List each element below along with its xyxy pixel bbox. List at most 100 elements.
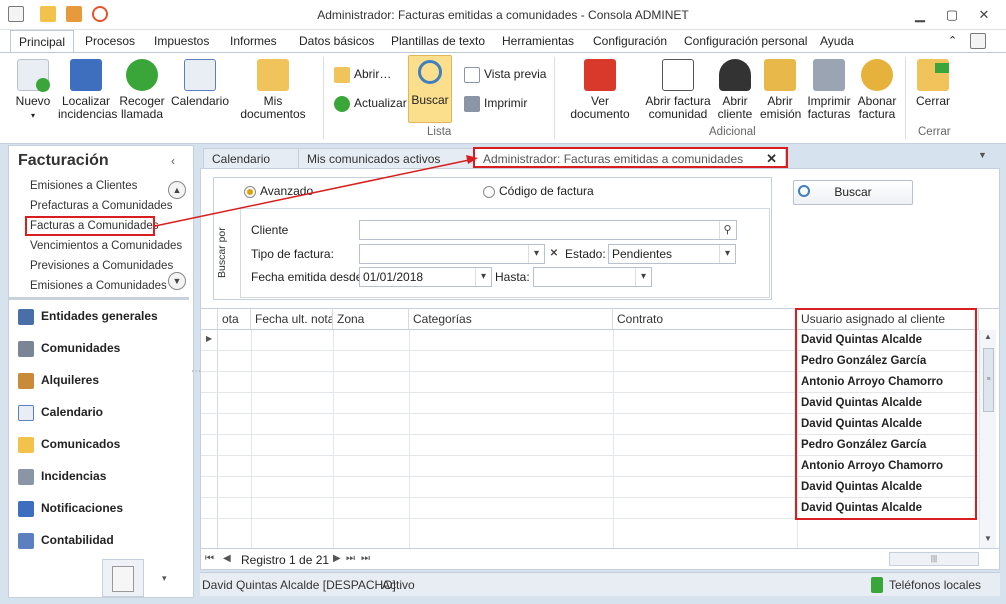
tab-principal[interactable]: Principal — [10, 30, 75, 53]
nav-incidencias[interactable]: Incidencias — [18, 469, 106, 485]
documentos-label: Mis documentos — [240, 94, 306, 121]
tab-impuestos[interactable]: Impuestos — [154, 34, 209, 48]
chevron-down-icon[interactable]: ▾ — [162, 573, 167, 584]
ver-documento-button[interactable]: Ver documento — [562, 59, 638, 121]
buscar-label: Buscar — [411, 93, 449, 107]
scroll-down-icon[interactable]: ▼ — [168, 272, 186, 290]
abonar-factura-button[interactable]: Abonar factura — [856, 59, 898, 121]
imprimir-facturas-button[interactable]: Imprimir facturas — [806, 59, 852, 121]
mail-icon — [18, 437, 34, 453]
nav-item-previsiones[interactable]: Previsiones a Comunidades — [30, 260, 173, 272]
first-page-icon[interactable]: ⏮ — [205, 553, 214, 564]
nav-contabilidad[interactable]: Contabilidad — [18, 533, 114, 549]
tab-plantillas[interactable]: Plantillas de texto — [391, 34, 485, 48]
clear-icon[interactable]: ✕ — [546, 245, 562, 263]
wrench-icon — [18, 469, 34, 485]
column-header-ota[interactable]: ota — [218, 309, 251, 330]
radio-icon — [483, 185, 495, 198]
tab-calendario[interactable]: Calendario — [203, 148, 299, 169]
abrir-button[interactable]: Abrir… — [334, 67, 391, 83]
recoger-llamada-button[interactable]: Recoger llamada — [119, 59, 165, 121]
mis-documentos-button[interactable]: Mis documentos — [232, 59, 314, 121]
chevron-down-icon[interactable]: ▾ — [635, 268, 651, 286]
chevron-down-icon[interactable]: ▾ — [475, 268, 491, 286]
tab-configuracion-personal[interactable]: Configuración personal — [684, 34, 807, 48]
status-phones[interactable]: Teléfonos locales — [889, 578, 981, 592]
highlight-active-tab — [473, 147, 788, 168]
panel-divider[interactable] — [9, 297, 189, 300]
search-button[interactable]: Buscar — [793, 180, 913, 205]
highlight-usuario-column — [795, 308, 977, 520]
nav-comunicados[interactable]: Comunicados — [18, 437, 120, 453]
nav-item-prefacturas[interactable]: Prefacturas a Comunidades — [30, 200, 173, 212]
tab-configuracion[interactable]: Configuración — [593, 34, 667, 48]
nav-alquileres[interactable]: Alquileres — [18, 373, 99, 389]
vista-previa-button[interactable]: Vista previa — [464, 67, 546, 83]
search-box: Buscar por Avanzado Código de factura Cl… — [213, 177, 772, 300]
scroll-up-icon[interactable]: ▲ — [984, 332, 992, 341]
abrir-emision-button[interactable]: Abrir emisión — [760, 59, 801, 121]
abrir-cliente-button[interactable]: Abrir cliente — [716, 59, 754, 121]
next-page-icon[interactable]: ▶ — [333, 553, 341, 564]
estado-select[interactable]: Pendientes — [608, 244, 736, 264]
preview-icon — [464, 67, 480, 83]
last-page-icon[interactable]: ⏭ — [361, 553, 370, 564]
abrir-label: Abrir… — [354, 67, 392, 82]
localizar-incidencias-button[interactable]: Localizar incidencias — [58, 59, 117, 121]
radio-avanzado[interactable]: Avanzado — [244, 184, 313, 198]
horizontal-scrollbar[interactable]: ||| — [889, 552, 979, 566]
radio-codigo-factura[interactable]: Código de factura — [483, 184, 594, 198]
scroll-down-icon[interactable]: ▼ — [984, 534, 992, 543]
close-icon[interactable]: ✕ — [974, 6, 994, 24]
nav-entidades-generales[interactable]: Entidades generales — [18, 309, 158, 325]
tab-datos-basicos[interactable]: Datos básicos — [299, 34, 374, 48]
collapse-ribbon-icon[interactable]: ⌃ — [948, 34, 957, 47]
search-group-label: Buscar por — [216, 227, 228, 278]
imprimir-button[interactable]: Imprimir — [464, 96, 527, 112]
minimize-icon[interactable]: ▁ — [910, 6, 930, 24]
tab-herramientas[interactable]: Herramientas — [502, 34, 574, 48]
cliente-field[interactable] — [359, 220, 737, 240]
tabs-menu-icon[interactable]: ▼ — [978, 150, 987, 160]
abrir-factura-comunidad-button[interactable]: Abrir factura comunidad — [644, 59, 712, 121]
search-fields: Cliente ⚲ Tipo de factura: ▾ ✕ Estado: P… — [240, 208, 770, 298]
chevron-down-icon[interactable]: ▾ — [528, 245, 544, 263]
document-coins-icon — [112, 566, 134, 592]
scroll-up-icon[interactable]: ▲ — [168, 181, 186, 199]
status-bar: David Quintas Alcalde [DESPACHO] Activo … — [200, 572, 1000, 596]
group-separator — [323, 57, 324, 139]
nav-item-emisiones-comunidades[interactable]: Emisiones a Comunidades — [30, 280, 167, 292]
collapse-panel-icon[interactable]: ‹ — [171, 154, 175, 168]
tipo-factura-select[interactable] — [359, 244, 545, 264]
actualizar-button[interactable]: Actualizar — [334, 96, 407, 112]
nuevo-button[interactable]: Nuevo ▾ — [14, 59, 52, 122]
tab-mis-comunicados[interactable]: Mis comunicados activos — [298, 148, 474, 169]
cerrar-button[interactable]: Cerrar — [913, 59, 953, 108]
prev-page-icon[interactable]: ◀ — [223, 553, 231, 564]
nav-item-vencimientos[interactable]: Vencimientos a Comunidades — [30, 240, 182, 252]
recoger-label: Recoger llamada — [119, 94, 165, 121]
column-header-fecha-ult-nota[interactable]: Fecha ult. nota — [251, 309, 333, 330]
tab-ayuda[interactable]: Ayuda — [820, 34, 854, 48]
nav-calendario[interactable]: Calendario — [18, 405, 103, 421]
column-header-contrato[interactable]: Contrato — [613, 309, 797, 330]
scroll-thumb[interactable]: ≡ — [983, 348, 994, 412]
nav-notificaciones[interactable]: Notificaciones — [18, 501, 123, 517]
chevron-down-icon[interactable]: ▾ — [719, 245, 735, 263]
overflow-nav-button[interactable] — [102, 559, 144, 597]
fecha-desde-field[interactable]: 01/01/2018 — [359, 267, 492, 287]
tab-procesos[interactable]: Procesos — [85, 34, 135, 48]
column-header-categorias[interactable]: Categorías — [409, 309, 613, 330]
next-block-icon[interactable]: ⏭ — [346, 553, 355, 564]
calendario-button[interactable]: Calendario — [170, 59, 230, 108]
nav-item-emisiones-clientes[interactable]: Emisiones a Clientes — [30, 180, 137, 192]
tab-informes[interactable]: Informes — [230, 34, 277, 48]
column-header-zona[interactable]: Zona — [333, 309, 409, 330]
ribbon: Nuevo ▾ Localizar incidencias Recoger lla… — [0, 52, 1006, 144]
buscar-ribbon-button[interactable]: Buscar — [408, 55, 452, 123]
nav-comunidades[interactable]: Comunidades — [18, 341, 120, 357]
radio-selected-icon — [244, 185, 256, 198]
search-icon[interactable]: ⚲ — [719, 221, 735, 239]
maximize-icon[interactable]: ▢ — [942, 6, 962, 24]
vertical-scrollbar[interactable]: ▲ ≡ ▼ — [979, 330, 996, 548]
